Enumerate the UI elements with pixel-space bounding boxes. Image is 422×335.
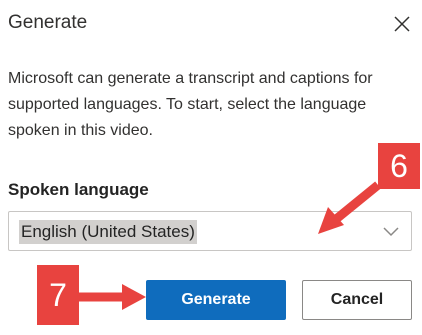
arrow-7-head: [122, 284, 146, 310]
arrow-6-shaft: [332, 181, 381, 224]
step-7-badge: 7: [37, 265, 79, 325]
generate-dialog: Generate Microsoft can generate a transc…: [0, 0, 422, 335]
step-6-badge: 6: [378, 143, 420, 189]
